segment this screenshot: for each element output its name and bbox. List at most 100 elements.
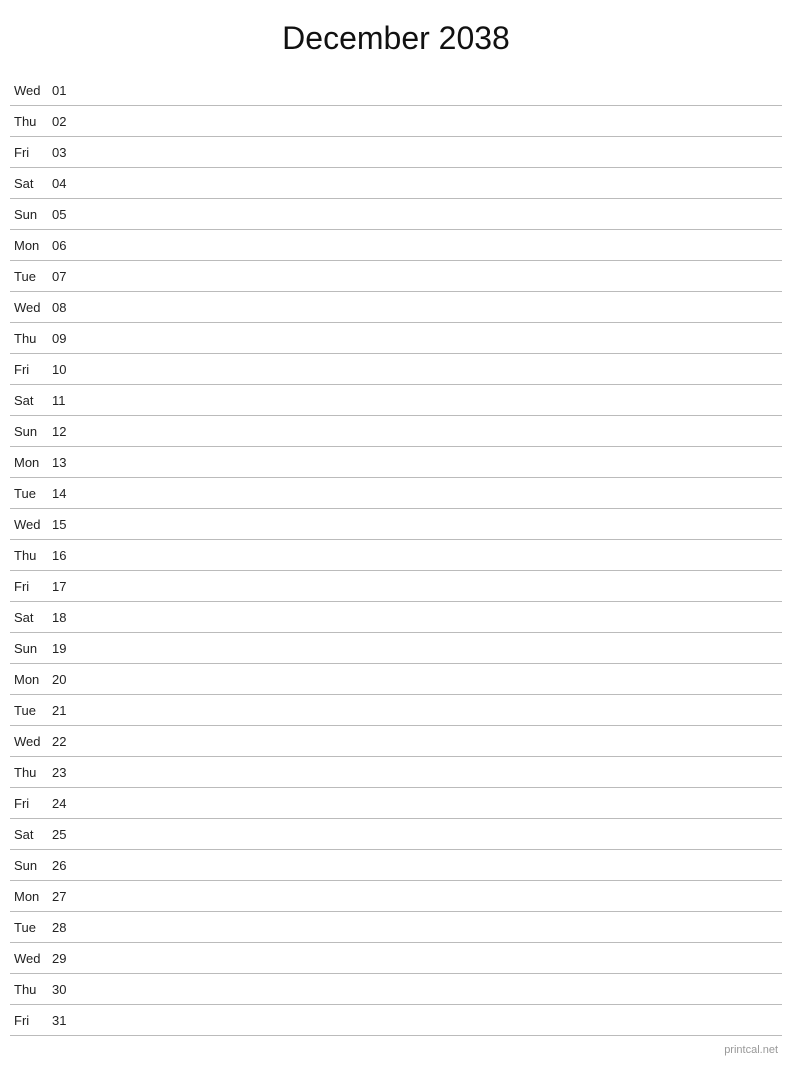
calendar-row: Mon06 (10, 230, 782, 261)
day-number: 25 (52, 827, 78, 842)
day-number: 09 (52, 331, 78, 346)
day-line (78, 400, 778, 401)
day-line (78, 214, 778, 215)
calendar-row: Wed29 (10, 943, 782, 974)
day-name: Fri (14, 362, 52, 377)
day-name: Sat (14, 827, 52, 842)
day-number: 21 (52, 703, 78, 718)
day-name: Fri (14, 1013, 52, 1028)
day-number: 20 (52, 672, 78, 687)
day-line (78, 338, 778, 339)
day-number: 11 (52, 393, 78, 408)
calendar-row: Mon20 (10, 664, 782, 695)
day-name: Wed (14, 83, 52, 98)
day-number: 28 (52, 920, 78, 935)
day-name: Wed (14, 951, 52, 966)
day-number: 03 (52, 145, 78, 160)
calendar-row: Thu02 (10, 106, 782, 137)
calendar-row: Sat25 (10, 819, 782, 850)
day-number: 04 (52, 176, 78, 191)
calendar-row: Thu16 (10, 540, 782, 571)
day-line (78, 1020, 778, 1021)
day-name: Mon (14, 238, 52, 253)
day-line (78, 834, 778, 835)
day-name: Thu (14, 331, 52, 346)
calendar-row: Wed22 (10, 726, 782, 757)
day-number: 29 (52, 951, 78, 966)
calendar-row: Sat11 (10, 385, 782, 416)
day-name: Fri (14, 796, 52, 811)
day-name: Wed (14, 300, 52, 315)
footer-text: printcal.net (10, 1044, 782, 1056)
day-number: 18 (52, 610, 78, 625)
day-number: 10 (52, 362, 78, 377)
calendar-row: Tue14 (10, 478, 782, 509)
day-number: 02 (52, 114, 78, 129)
day-name: Thu (14, 982, 52, 997)
day-name: Sat (14, 176, 52, 191)
calendar-row: Sat04 (10, 168, 782, 199)
day-number: 27 (52, 889, 78, 904)
calendar-row: Wed15 (10, 509, 782, 540)
calendar-row: Wed08 (10, 292, 782, 323)
day-number: 15 (52, 517, 78, 532)
calendar-row: Fri17 (10, 571, 782, 602)
day-number: 16 (52, 548, 78, 563)
day-number: 22 (52, 734, 78, 749)
day-number: 31 (52, 1013, 78, 1028)
day-number: 26 (52, 858, 78, 873)
day-number: 19 (52, 641, 78, 656)
day-line (78, 307, 778, 308)
day-line (78, 276, 778, 277)
day-name: Tue (14, 920, 52, 935)
day-line (78, 741, 778, 742)
day-line (78, 121, 778, 122)
calendar-row: Tue21 (10, 695, 782, 726)
day-name: Sun (14, 858, 52, 873)
day-number: 05 (52, 207, 78, 222)
calendar-row: Fri24 (10, 788, 782, 819)
day-line (78, 865, 778, 866)
calendar-row: Tue07 (10, 261, 782, 292)
day-name: Sat (14, 393, 52, 408)
day-line (78, 772, 778, 773)
calendar-row: Sun12 (10, 416, 782, 447)
day-name: Tue (14, 269, 52, 284)
day-line (78, 679, 778, 680)
day-number: 01 (52, 83, 78, 98)
calendar-row: Fri03 (10, 137, 782, 168)
calendar-row: Mon27 (10, 881, 782, 912)
day-line (78, 803, 778, 804)
day-name: Fri (14, 145, 52, 160)
day-name: Fri (14, 579, 52, 594)
day-line (78, 369, 778, 370)
day-number: 13 (52, 455, 78, 470)
day-name: Thu (14, 114, 52, 129)
day-line (78, 896, 778, 897)
day-name: Wed (14, 734, 52, 749)
day-name: Mon (14, 889, 52, 904)
calendar-row: Tue28 (10, 912, 782, 943)
day-number: 14 (52, 486, 78, 501)
day-line (78, 431, 778, 432)
calendar-row: Sun19 (10, 633, 782, 664)
day-number: 23 (52, 765, 78, 780)
day-line (78, 462, 778, 463)
day-name: Wed (14, 517, 52, 532)
day-line (78, 152, 778, 153)
day-name: Sun (14, 641, 52, 656)
day-line (78, 958, 778, 959)
calendar-row: Fri31 (10, 1005, 782, 1036)
day-number: 17 (52, 579, 78, 594)
day-line (78, 183, 778, 184)
day-line (78, 989, 778, 990)
calendar-row: Thu09 (10, 323, 782, 354)
day-name: Sun (14, 424, 52, 439)
day-number: 07 (52, 269, 78, 284)
day-name: Mon (14, 455, 52, 470)
calendar-container: Wed01Thu02Fri03Sat04Sun05Mon06Tue07Wed08… (10, 75, 782, 1036)
day-line (78, 617, 778, 618)
day-number: 12 (52, 424, 78, 439)
day-name: Tue (14, 486, 52, 501)
day-line (78, 927, 778, 928)
